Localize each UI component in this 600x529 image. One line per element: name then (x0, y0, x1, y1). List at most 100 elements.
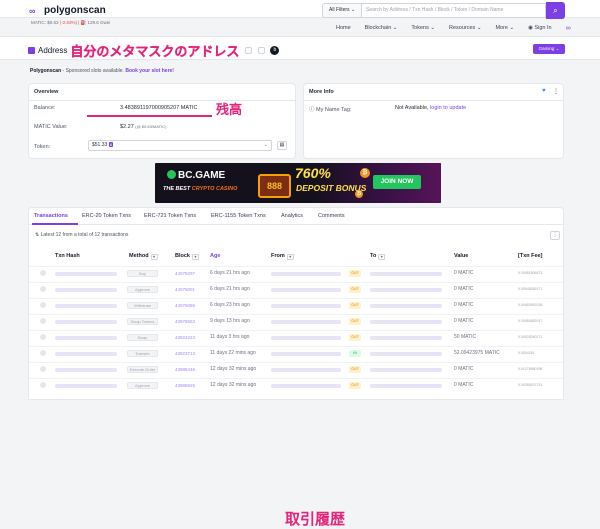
kebab-menu-icon[interactable]: ⋮ (553, 88, 559, 95)
more-info-title: More Info (304, 84, 563, 101)
to-address-link[interactable] (370, 320, 442, 324)
search-button[interactable]: ⌕ (546, 2, 565, 19)
tab-erc721[interactable]: ERC-721 Token Txns (144, 213, 196, 219)
eye-icon[interactable] (40, 302, 46, 308)
nav-resources[interactable]: Resources ⌄ (449, 25, 481, 32)
eye-icon[interactable] (40, 334, 46, 340)
filter-icon[interactable]: ▾ (191, 254, 199, 260)
from-address-link[interactable] (271, 352, 341, 356)
from-address-link[interactable] (271, 288, 341, 292)
block-link[interactable]: 43978553 (175, 319, 195, 324)
more-info-card: More Info ♥ ⋮ ⓘ My Name Tag: Not Availab… (303, 83, 564, 159)
to-address-link[interactable] (370, 336, 442, 340)
user-icon: ◉ (528, 25, 533, 31)
txn-hash-link[interactable] (55, 288, 117, 292)
block-link[interactable]: 44078297 (175, 271, 195, 276)
address-title: Address 自分のメタマスクのアドレス b (28, 41, 280, 60)
nav-blockchain[interactable]: Blockchain ⌄ (365, 25, 398, 32)
block-link[interactable]: 43888446 (175, 367, 195, 372)
to-address-link[interactable] (370, 304, 442, 308)
block-link[interactable]: 43924223 (175, 335, 195, 340)
active-tab-indicator (32, 223, 78, 225)
filter-label: All Filters (329, 7, 350, 13)
from-address-link[interactable] (271, 272, 341, 276)
txn-hash-link[interactable] (55, 304, 117, 308)
txn-hash-link[interactable] (55, 368, 117, 372)
eye-icon[interactable] (40, 318, 46, 324)
direction-badge: OUT (349, 270, 361, 277)
col-age[interactable]: Age (210, 253, 220, 259)
copy-icon[interactable] (245, 47, 253, 54)
main-nav: Home Blockchain ⌄ Tokens ⌄ Resources ⌄ M… (336, 25, 571, 32)
eye-icon[interactable] (40, 366, 46, 372)
logo-text: polygonscan (44, 5, 106, 16)
tab-erc1155[interactable]: ERC-1155 Token Txns (211, 213, 266, 219)
txn-age: 12 days 32 mins ago (210, 382, 257, 388)
eye-icon[interactable] (40, 350, 46, 356)
txn-hash-link[interactable] (55, 384, 117, 388)
block-link[interactable]: 44076086 (175, 303, 195, 308)
filter-dropdown[interactable]: All Filters ⌄ (322, 3, 362, 18)
nav-tokens[interactable]: Tokens ⌄ (411, 25, 435, 32)
tab-comments[interactable]: Comments (318, 213, 345, 219)
tab-erc20[interactable]: ERC-20 Token Txns (82, 213, 131, 219)
gaming-button[interactable]: Gaming ⌄ (533, 44, 565, 54)
txn-value: 0 MATIC (454, 302, 474, 308)
nav-home[interactable]: Home (336, 25, 351, 32)
from-address-link[interactable] (271, 336, 341, 340)
from-address-link[interactable] (271, 304, 341, 308)
join-now-button[interactable]: JOIN NOW (373, 175, 421, 189)
sign-in-label: Sign In (534, 25, 552, 31)
txn-fee: 0.0004241 (518, 351, 535, 355)
book-slot-link[interactable]: Book your slot here! (125, 68, 174, 74)
col-to: To ▾ (370, 253, 386, 260)
token-dropdown[interactable]: $51.33 8 ⌄ (88, 140, 272, 151)
to-address-link[interactable] (370, 272, 442, 276)
chevron-down-icon: ⌄ (263, 142, 268, 148)
to-address-link[interactable] (370, 288, 442, 292)
eye-icon[interactable] (40, 270, 46, 276)
to-address-link[interactable] (370, 384, 442, 388)
search-input[interactable]: Search by Address / Txn Hash / Block / T… (362, 3, 546, 18)
filter-icon[interactable]: ▾ (150, 254, 158, 260)
tab-analytics[interactable]: Analytics (281, 213, 303, 219)
balance-highlight-underline (87, 115, 212, 117)
polygonscan-logo[interactable]: ∞ polygonscan (29, 5, 106, 16)
txn-hash-link[interactable] (55, 352, 117, 356)
from-address-link[interactable] (271, 384, 341, 388)
nav-sign-in[interactable]: ◉ Sign In (528, 25, 551, 32)
ad-banner[interactable]: BC.GAME THE BEST CRYPTO CASINO 888 760% … (155, 163, 441, 203)
matic-price-ticker: MATIC: $0.63 (-2.63%) | ⛽ 129.6 Gwei (31, 20, 111, 25)
tab-transactions[interactable]: Transactions (34, 213, 68, 219)
txn-fee: 0.00358207231 (518, 383, 543, 387)
filter-icon[interactable]: ▾ (378, 254, 386, 260)
blockscan-badge-icon[interactable]: b (270, 46, 280, 55)
polygon-network-icon[interactable]: ∞ (566, 25, 571, 32)
heart-icon[interactable]: ♥ (542, 88, 546, 94)
matic-value: $2.27 (@ $0.63/MATIC) (120, 124, 166, 130)
to-address-link[interactable] (370, 368, 442, 372)
method-badge: Approve (127, 382, 158, 389)
to-address-link[interactable] (370, 352, 442, 356)
more-options-icon[interactable]: ⋮ (550, 231, 560, 240)
gas-icon: ⛽ (80, 20, 87, 25)
wallet-icon[interactable]: ▤ (277, 141, 287, 150)
login-link[interactable]: login to update (430, 105, 466, 111)
qr-code-icon[interactable] (258, 47, 266, 54)
block-link[interactable]: 44075001 (175, 287, 195, 292)
from-address-link[interactable] (271, 320, 341, 324)
filter-icon[interactable]: ▾ (286, 254, 294, 260)
eye-icon[interactable] (40, 286, 46, 292)
txn-hash-link[interactable] (55, 336, 117, 340)
from-address-link[interactable] (271, 368, 341, 372)
block-link[interactable]: 43923713 (175, 351, 195, 356)
nav-more[interactable]: More ⌄ (495, 25, 514, 32)
block-link[interactable]: 43888825 (175, 383, 195, 388)
eye-icon[interactable] (40, 382, 46, 388)
sponsor-text: - Sponsored slots available. (62, 68, 124, 74)
col-block-label: Block (175, 253, 190, 259)
txn-hash-link[interactable] (55, 320, 117, 324)
token-value: $51.33 (92, 142, 108, 148)
txn-hash-link[interactable] (55, 272, 117, 276)
bonus-percent: 760% (295, 165, 331, 181)
